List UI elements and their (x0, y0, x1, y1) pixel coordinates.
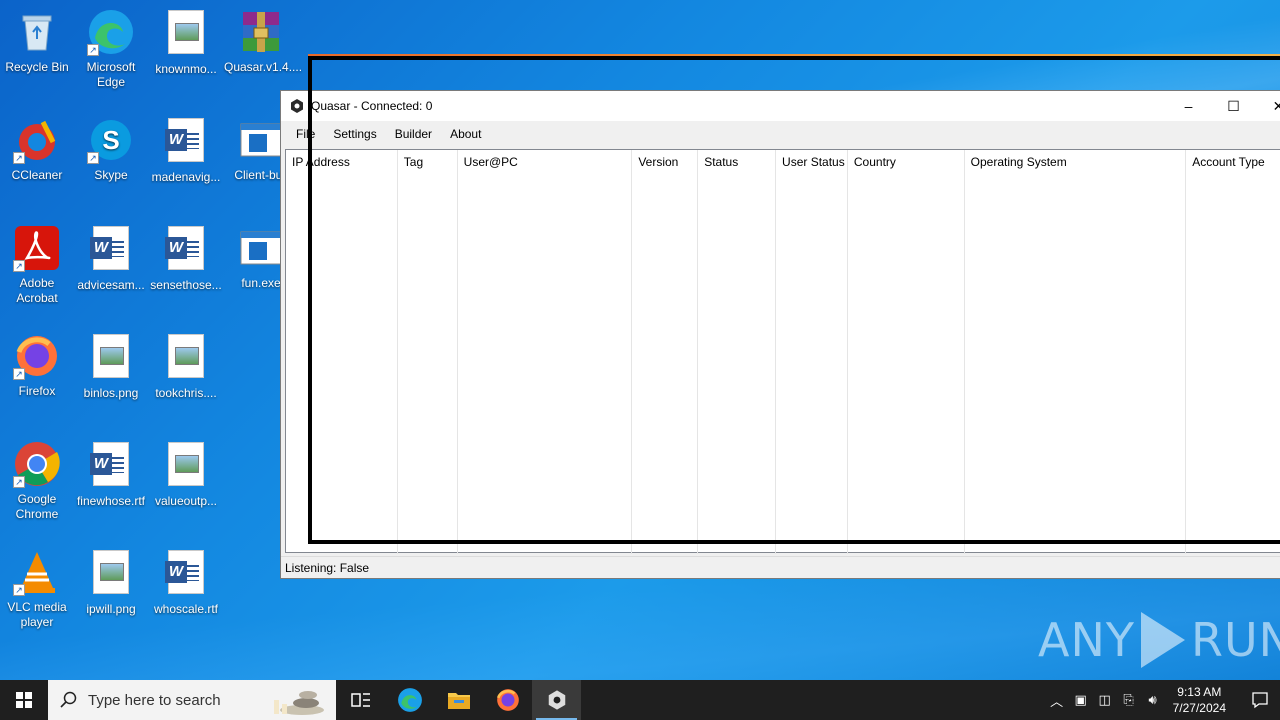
edge-icon: ↗ (87, 8, 135, 56)
desktop-icon-edge[interactable]: ↗ Microsoft Edge (74, 8, 148, 90)
quasar-icon (291, 99, 303, 113)
clock-date: 7/27/2024 (1172, 701, 1226, 715)
image-file-icon (162, 334, 210, 382)
word-document-icon: W (162, 226, 210, 274)
search-highlight-icon (274, 691, 324, 715)
acrobat-icon: ↗ (13, 224, 61, 272)
desktop-icon-madenavig[interactable]: W madenavig... (149, 116, 223, 185)
desktop-icon-label: knownmo... (155, 62, 217, 76)
file-explorer-icon (447, 693, 470, 709)
winrar-archive-icon (237, 8, 285, 56)
desktop-icon-label: CCleaner (11, 168, 63, 182)
quasar-icon (548, 690, 565, 710)
image-file-icon (87, 550, 135, 598)
desktop-icon-label: binlos.png (83, 386, 139, 400)
desktop-icon-label: ipwill.png (86, 602, 136, 616)
firefox-icon (496, 689, 519, 711)
desktop-icon-label: Firefox (18, 384, 56, 398)
desktop-icon-binlos[interactable]: binlos.png (74, 332, 148, 401)
desktop-icon-label: Adobe Acrobat (16, 276, 58, 305)
volume-icon[interactable]: 🔊︎ (1141, 692, 1165, 708)
status-bar: Listening: False (281, 556, 1280, 578)
firefox-icon: ↗ (13, 332, 61, 380)
image-file-icon (162, 10, 210, 58)
desktop-icon-sensethose[interactable]: W sensethose... (149, 224, 223, 293)
chrome-icon: ↗ (13, 440, 61, 488)
word-document-icon: W (162, 118, 210, 166)
highlight-frame (308, 56, 1280, 544)
executable-icon (237, 116, 285, 164)
word-document-icon: W (162, 550, 210, 598)
start-button[interactable] (0, 680, 48, 720)
task-view-icon (350, 693, 370, 707)
taskbar-edge[interactable] (385, 680, 434, 720)
search-placeholder: Type here to search (88, 691, 221, 709)
clock[interactable]: 9:13 AM 7/27/2024 (1173, 684, 1226, 716)
desktop-icon-label: Recycle Bin (5, 60, 69, 74)
search-icon (60, 691, 77, 708)
desktop-icon-quasar-archive[interactable]: Quasar.v1.4.... (224, 8, 303, 75)
watermark-right-text: RUN (1190, 613, 1280, 667)
desktop-icon-advicesam[interactable]: W advicesam... (74, 224, 148, 293)
network-adapter-icon[interactable]: ▣ (1069, 692, 1093, 708)
executable-icon (237, 224, 285, 272)
anyrun-watermark: ANY RUN (1038, 612, 1280, 668)
image-file-icon (162, 442, 210, 490)
taskbar-quasar[interactable] (532, 680, 581, 720)
desktop-icon-acrobat[interactable]: ↗ Adobe Acrobat (0, 224, 74, 306)
edge-icon (397, 688, 422, 712)
notification-button[interactable] (1240, 680, 1280, 720)
windows-logo-icon (16, 692, 32, 708)
vlc-icon: ↗ (13, 548, 61, 596)
desktop-icon-ccleaner[interactable]: ↗ CCleaner (0, 116, 74, 183)
desktop-icon-label: VLC media player (7, 600, 67, 629)
desktop-icon-label: tookchris.... (155, 386, 217, 400)
clock-time: 9:13 AM (1177, 685, 1222, 699)
chevron-up-icon[interactable]: ︿ (1045, 691, 1069, 710)
desktop-icon-label: sensethose... (150, 278, 222, 292)
desktop-icon-ipwill[interactable]: ipwill.png (74, 548, 148, 617)
taskbar-file-explorer[interactable] (434, 680, 483, 720)
desktop-icon-label: Quasar.v1.4.... (224, 60, 303, 74)
recycle-bin-icon (13, 8, 61, 56)
desktop-icon-firefox[interactable]: ↗ Firefox (0, 332, 74, 399)
taskbar-firefox[interactable] (483, 680, 532, 720)
desktop-icon-label: valueoutp... (154, 494, 218, 508)
desktop-icon-label: Microsoft Edge (86, 60, 136, 89)
desktop-icon-recycle-bin[interactable]: Recycle Bin (0, 8, 74, 75)
svg-text:S: S (102, 125, 119, 155)
task-view-button[interactable] (336, 680, 385, 720)
desktop-icon-knownmo[interactable]: knownmo... (149, 8, 223, 77)
desktop-icon-label: Skype (94, 168, 128, 182)
desktop-icon-skype[interactable]: S ↗ Skype (74, 116, 148, 183)
taskbar: Type here to search ︿ ▣ ◫ ⎘ 🔊︎ 9:13 AM 7… (0, 680, 1280, 720)
desktop-icon-label: finewhose.rtf (76, 494, 146, 508)
desktop-icon-whoscale[interactable]: W whoscale.rtf (149, 548, 223, 617)
play-icon (1140, 612, 1185, 668)
desktop-icon-vlc[interactable]: ↗ VLC media player (0, 548, 74, 630)
taskbar-search[interactable]: Type here to search (48, 680, 336, 720)
desktop-icon-valueoutp[interactable]: valueoutp... (149, 440, 223, 509)
desktop-icon-label: madenavig... (151, 170, 221, 184)
desktop-icon-tookchris[interactable]: tookchris.... (149, 332, 223, 401)
watermark-left-text: ANY (1038, 613, 1135, 667)
network-icon[interactable]: ⎘ (1117, 692, 1141, 708)
desktop-icon-label: Google Chrome (15, 492, 59, 521)
notification-icon (1252, 692, 1268, 709)
desktop-icon-label: advicesam... (77, 278, 145, 292)
desktop-icon-label: whoscale.rtf (153, 602, 219, 616)
word-document-icon: W (87, 226, 135, 274)
skype-icon: S ↗ (87, 116, 135, 164)
defender-icon[interactable]: ◫ (1093, 692, 1117, 708)
system-tray: ︿ ▣ ◫ ⎘ 🔊︎ 9:13 AM 7/27/2024 (1045, 680, 1280, 720)
image-file-icon (87, 334, 135, 382)
desktop-icon-chrome[interactable]: ↗ Google Chrome (0, 440, 74, 522)
ccleaner-icon: ↗ (13, 116, 61, 164)
word-document-icon: W (87, 442, 135, 490)
desktop-icon-finewhose[interactable]: W finewhose.rtf (74, 440, 148, 509)
